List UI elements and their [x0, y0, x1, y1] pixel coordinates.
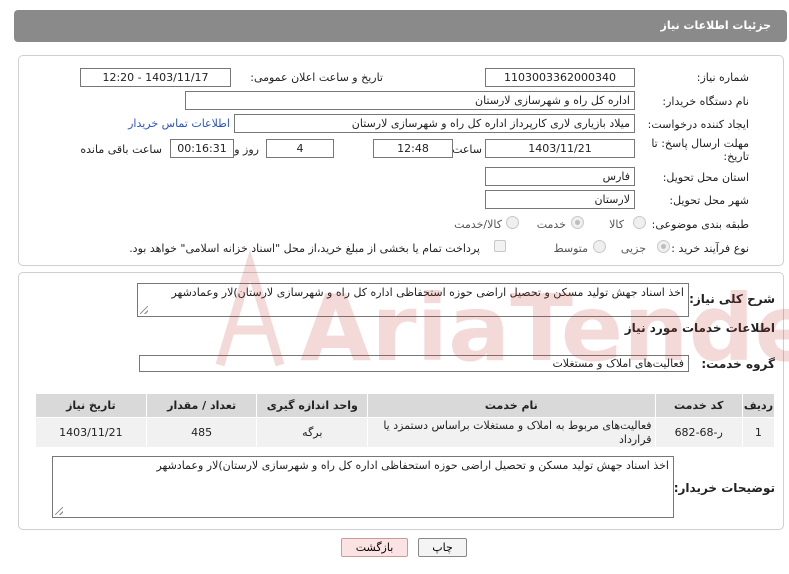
cell-service-name: فعالیت‌های مربوط به املاک و مستغلات براس… [367, 417, 656, 448]
cell-unit: برگه [256, 417, 369, 448]
treasury-payment-checkbox[interactable] [494, 240, 506, 252]
services-table: ردیف کد خدمت نام خدمت واحد اندازه گیری ت… [35, 393, 776, 448]
category-radio-goods[interactable] [633, 216, 646, 229]
service-group-label: گروه خدمت: [701, 357, 775, 371]
description-textarea: اخذ اسناد جهش تولید مسکن و تحصیل اراضی ح… [137, 283, 689, 317]
deadline-time-field: 12:48 [373, 139, 453, 158]
days-label: روز و [234, 143, 259, 156]
resize-handle[interactable] [140, 306, 148, 314]
deadline-time-label: ساعت [452, 143, 482, 156]
treasury-payment-note: پرداخت تمام یا بخشی از مبلغ خرید،از محل … [129, 242, 480, 255]
col-header-service-code: کد خدمت [654, 393, 743, 418]
col-header-service-name: نام خدمت [367, 393, 656, 418]
services-section-title: اطلاعات خدمات مورد نیاز [624, 321, 775, 335]
page-title: جزئیات اطلاعات نیاز [660, 19, 772, 32]
creator-field: میلاد بازیاری لاری کارپرداز اداره کل راه… [234, 114, 635, 133]
print-button[interactable]: چاپ [418, 538, 467, 557]
page-header: جزئیات اطلاعات نیاز [14, 10, 787, 42]
col-header-need-date: تاریخ نیاز [35, 393, 147, 418]
need-number-label: شماره نیاز: [696, 71, 749, 84]
process-option-medium: متوسط [553, 242, 588, 255]
col-header-quantity: تعداد / مقدار [145, 393, 258, 418]
province-label: استان محل تحویل: [662, 171, 749, 184]
creator-label: ایجاد کننده درخواست: [647, 118, 749, 131]
buyer-org-label: نام دستگاه خریدار: [662, 95, 749, 108]
need-number-field: 1103003362000340 [485, 68, 635, 87]
cell-need-date: 1403/11/21 [35, 417, 147, 448]
process-radio-medium[interactable] [593, 240, 606, 253]
days-remaining-field: 4 [266, 139, 334, 158]
buyer-notes-label: توضیحات خریدار: [673, 481, 775, 495]
deadline-label-line1: مهلت ارسال پاسخ: تا [651, 137, 749, 150]
city-field: لارستان [485, 190, 635, 209]
buyer-notes-text: اخذ اسناد جهش تولید مسکن و تحصیل اراضی ح… [156, 459, 669, 472]
category-label: طبقه بندی موضوعی: [651, 218, 749, 231]
deadline-date-field: 1403/11/21 [485, 139, 635, 158]
category-option-service: خدمت [536, 218, 566, 231]
category-option-goods: کالا [609, 218, 624, 231]
table-row: 1 ر-68-682 فعالیت‌های مربوط به املاک و م… [35, 417, 776, 448]
category-option-goods-service: کالا/خدمت [454, 218, 502, 231]
cell-service-code: ر-68-682 [654, 417, 743, 448]
col-header-unit: واحد اندازه گیری [256, 393, 369, 418]
table-header-row: ردیف کد خدمت نام خدمت واحد اندازه گیری ت… [35, 393, 776, 418]
process-type-label: نوع فرآیند خرید : [671, 242, 749, 255]
remaining-time-field: 00:16:31 [170, 139, 234, 158]
process-radio-minor[interactable] [657, 240, 670, 253]
announce-label: تاریخ و ساعت اعلان عمومی: [250, 71, 383, 84]
buyer-contact-link[interactable]: اطلاعات تماس خریدار [128, 117, 230, 130]
resize-handle[interactable] [55, 507, 63, 515]
announce-datetime-field: 1403/11/17 - 12:20 [80, 68, 231, 87]
cell-quantity: 485 [145, 417, 258, 448]
back-button[interactable]: بازگشت [341, 538, 408, 557]
remaining-time-label: ساعت باقی مانده [80, 143, 162, 156]
deadline-label-line2: تاریخ: [723, 150, 749, 163]
category-radio-service[interactable] [571, 216, 584, 229]
buyer-notes-textarea: اخذ اسناد جهش تولید مسکن و تحصیل اراضی ح… [52, 456, 674, 518]
description-text: اخذ اسناد جهش تولید مسکن و تحصیل اراضی ح… [171, 286, 684, 299]
description-label: شرح کلی نیاز: [689, 292, 775, 306]
cell-row-number: 1 [741, 417, 776, 448]
process-option-minor: جزیی [620, 242, 646, 255]
province-field: فارس [485, 167, 635, 186]
col-header-row-number: ردیف [741, 393, 776, 418]
category-radio-goods-service[interactable] [506, 216, 519, 229]
city-label: شهر محل تحویل: [669, 194, 749, 207]
buyer-org-field: اداره کل راه و شهرسازی لارستان [185, 91, 635, 110]
service-group-field: فعالیت‌های املاک و مستغلات [139, 355, 689, 372]
